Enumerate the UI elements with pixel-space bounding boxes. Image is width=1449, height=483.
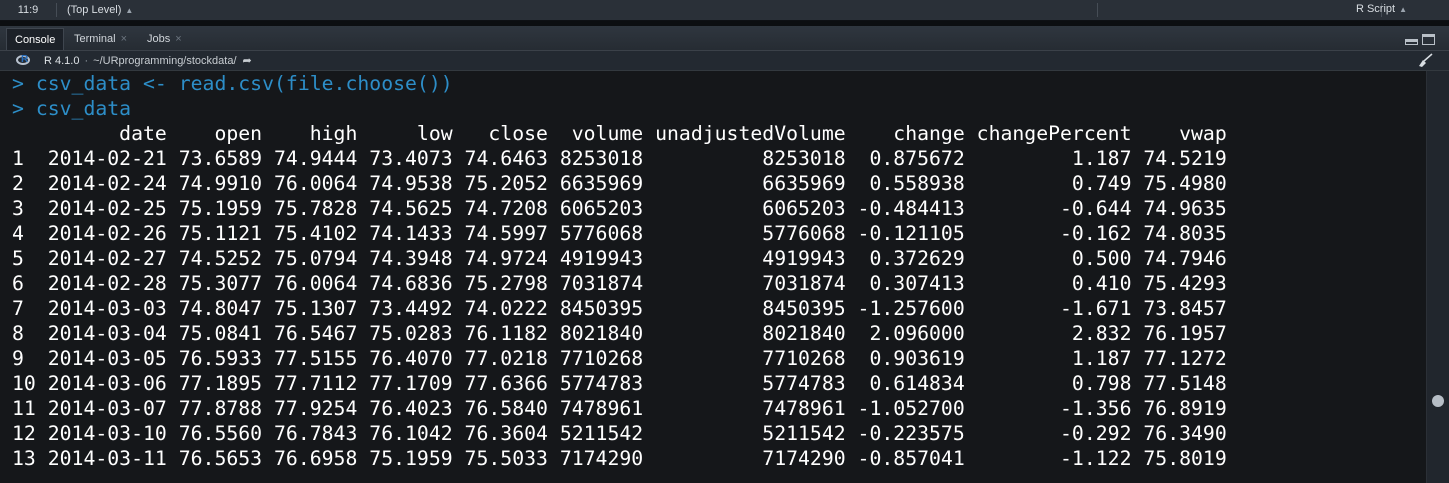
tab-jobs[interactable]: Jobs ×	[139, 28, 190, 50]
table-row: 2 2014-02-24 74.9910 76.0064 74.9538 75.…	[12, 172, 1227, 195]
editor-status-bar: 11:9 (Top Level) ▲︎ R Script ▲︎	[0, 0, 1449, 21]
table-row: 5 2014-02-27 74.5252 75.0794 74.3948 74.…	[12, 247, 1227, 270]
console-command: > csv_data	[12, 97, 132, 120]
table-row: 13 2014-03-11 76.5653 76.6958 75.1959 75…	[12, 447, 1227, 470]
scope-caret-icon: ▲︎	[125, 5, 134, 15]
console-output[interactable]: > csv_data <- read.csv(file.choose()) > …	[0, 71, 1427, 483]
file-type-selector[interactable]: R Script ▲︎	[1356, 3, 1407, 15]
tab-label: Console	[15, 33, 56, 46]
console-command: > csv_data <- read.csv(file.choose())	[12, 72, 453, 95]
go-to-directory-icon[interactable]: ➦︎	[243, 54, 252, 67]
table-row: 12 2014-03-10 76.5560 76.7843 76.1042 76…	[12, 422, 1227, 445]
close-icon[interactable]: ×	[175, 28, 181, 50]
working-directory[interactable]: ~/URprogramming/stockdata/	[93, 55, 236, 67]
pane-tab-bar: Console Terminal × Jobs ×	[0, 26, 1449, 51]
tab-terminal[interactable]: Terminal ×	[66, 28, 135, 50]
table-row: 11 2014-03-07 77.8788 77.9254 76.4023 76…	[12, 397, 1227, 420]
minimize-icon[interactable]	[1405, 39, 1418, 45]
pane-window-controls	[1405, 34, 1435, 45]
table-row: 7 2014-03-03 74.8047 75.1307 73.4492 74.…	[12, 297, 1227, 320]
table-row: 10 2014-03-06 77.1895 77.7112 77.1709 77…	[12, 372, 1227, 395]
separator-dot: ·	[84, 54, 89, 67]
table-row: 4 2014-02-26 75.1121 75.4102 74.1433 74.…	[12, 222, 1227, 245]
r-logo-icon: R	[16, 54, 32, 67]
table-row: 9 2014-03-05 76.5933 77.5155 76.4070 77.…	[12, 347, 1227, 370]
table-row: 3 2014-02-25 75.1959 75.7828 74.5625 74.…	[12, 197, 1227, 220]
scope-label: (Top Level)	[67, 4, 122, 16]
tab-console[interactable]: Console	[6, 28, 65, 50]
console-scrollbar[interactable]	[1426, 71, 1449, 483]
console-toolbar: R R 4.1.0 · ~/URprogramming/stockdata/ ➦…	[0, 51, 1449, 71]
r-version: R 4.1.0	[44, 54, 80, 67]
scope-selector[interactable]: (Top Level) ▲︎	[67, 4, 133, 16]
table-row: 1 2014-02-21 73.6589 74.9444 73.4073 74.…	[12, 147, 1227, 170]
cursor-position: 11:9	[0, 3, 57, 17]
table-row: 8 2014-03-04 75.0841 76.5467 75.0283 76.…	[12, 322, 1227, 345]
data-frame-header: date open high low close volume unadjust…	[12, 122, 1227, 145]
maximize-icon[interactable]	[1422, 34, 1435, 45]
file-type-caret-icon: ▲︎	[1399, 4, 1407, 14]
clear-console-broom-icon[interactable]	[1417, 53, 1433, 67]
tab-label: Terminal	[74, 33, 116, 45]
scrollbar-thumb[interactable]	[1432, 395, 1444, 407]
status-divider	[1097, 3, 1098, 17]
file-type-label: R Script	[1355, 3, 1396, 15]
table-row: 6 2014-02-28 75.3077 76.0064 74.6836 75.…	[12, 272, 1227, 295]
close-icon[interactable]: ×	[121, 28, 127, 50]
tab-label: Jobs	[147, 33, 171, 45]
